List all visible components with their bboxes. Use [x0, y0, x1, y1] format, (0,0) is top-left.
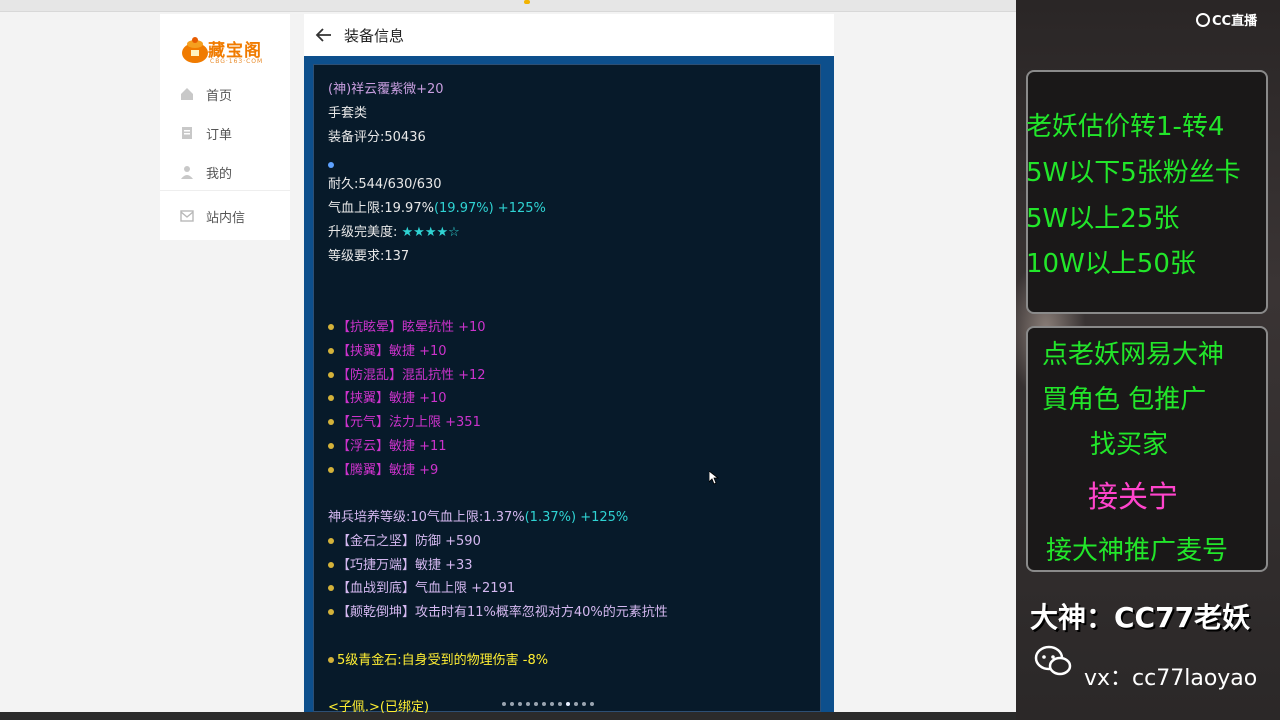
tab-favicon-icon	[524, 0, 530, 4]
wechat-icon	[1034, 645, 1072, 676]
hp-prefix: 气血上限:19.97%	[328, 201, 434, 216]
pagination-dot[interactable]	[582, 702, 586, 706]
gem-bullet-icon	[328, 657, 334, 663]
equipment-score: 装备评分:50436	[328, 130, 426, 145]
pagination-dot[interactable]	[574, 702, 578, 706]
order-icon	[182, 127, 192, 139]
equipment-level-req: 等级要求:137	[328, 249, 410, 264]
hp-paren: (19.97%)	[433, 201, 494, 216]
special-line: 【颠乾倒坤】攻击时有11%概率忽视对方40%的元素抗性	[328, 601, 668, 620]
overlay-highlight: 接关宁	[1088, 480, 1178, 515]
overlay-line: 買角色 包推广	[1042, 385, 1207, 415]
overlay-line: 5W以上25张	[1026, 204, 1180, 234]
sidebar-item-messages[interactable]: 站内信	[180, 205, 245, 227]
gem-bullet-icon	[328, 467, 334, 473]
treasure-pot-icon	[182, 37, 208, 63]
sidebar-item-label: 订单	[206, 127, 233, 143]
gem-bullet-icon	[328, 419, 334, 425]
special-line: 【金石之坚】防御 +590	[328, 530, 481, 549]
pagination-dot[interactable]	[550, 702, 554, 706]
pagination-dot[interactable]	[590, 702, 594, 706]
special-line: 【巧捷万端】敏捷 +33	[328, 554, 473, 573]
upgrade-stars: ★★★★☆	[401, 225, 460, 240]
pagination-dot[interactable]	[534, 702, 538, 706]
rune-line: 【挟翼】敏捷 +10	[328, 387, 447, 406]
overlay-line: 5W以下5张粉丝卡	[1026, 158, 1241, 188]
sidebar-item-label: 首页	[206, 88, 233, 104]
bind-status: <子佩.>(已绑定)	[328, 700, 430, 715]
user-icon	[181, 166, 193, 179]
sidebar-item-mine[interactable]: 我的	[180, 161, 232, 183]
cbg-logo[interactable]: 藏宝阁 CBG·163·COM	[180, 30, 275, 72]
gem-bullet-icon	[328, 348, 334, 354]
mail-icon	[180, 210, 194, 222]
pagination-dot[interactable]	[526, 702, 530, 706]
overlay-footer: 接大神推广麦号	[1046, 536, 1229, 566]
gem-bullet-icon	[328, 538, 334, 544]
page-title: 装备信息	[344, 27, 405, 45]
browser-tab-strip	[0, 0, 1016, 12]
equipment-durability: 耐久:544/630/630	[328, 177, 442, 192]
gem-bullet-icon	[328, 609, 334, 615]
overlay-line: 10W以上50张	[1026, 249, 1196, 279]
pagination-dot[interactable]	[558, 702, 562, 706]
sidebar-item-label: 我的	[206, 166, 233, 182]
home-icon	[181, 88, 193, 100]
carousel-pagination[interactable]	[502, 702, 594, 706]
special-line: 【血战到底】气血上限 +2191	[328, 577, 515, 596]
overlay-line: 点老妖网易大神	[1042, 340, 1225, 370]
equipment-upgrade-line: 升级完美度: ★★★★☆	[328, 221, 460, 240]
sidebar-item-home[interactable]: 首页	[180, 83, 232, 105]
pagination-dot[interactable]	[542, 702, 546, 706]
orb-icon	[328, 162, 334, 168]
rune-line: 【防混乱】混乱抗性 +12	[328, 364, 486, 383]
overlay-line: 老妖估价转1-转4	[1026, 112, 1225, 142]
pagination-dot[interactable]	[566, 702, 570, 706]
gem-bullet-icon	[328, 585, 334, 591]
rune-line: 【抗眩晕】眩晕抗性 +10	[328, 316, 486, 335]
gem-bullet-icon	[328, 395, 334, 401]
gem-bullet-icon	[328, 324, 334, 330]
equipment-category: 手套类	[328, 106, 368, 121]
rune-line: 【腾翼】敏捷 +9	[328, 459, 438, 478]
dashen-id: 大神：CC77老妖	[1030, 601, 1251, 634]
cc-logo-icon	[1196, 13, 1210, 27]
upgrade-label: 升级完美度:	[328, 225, 402, 240]
gem-bullet-icon	[328, 562, 334, 568]
cc-live-logo: CC直播	[1196, 10, 1257, 29]
rune-line: 【元气】法力上限 +351	[328, 411, 481, 430]
mouse-cursor-icon	[709, 471, 719, 485]
stream-overlay: CC直播 老妖估价转1-转4 5W以下5张粉丝卡 5W以上25张 10W以上50…	[1016, 0, 1280, 720]
bottom-bar	[0, 712, 1016, 720]
rune-line: 【挟翼】敏捷 +10	[328, 340, 447, 359]
equipment-hp-line: 气血上限:19.97%(19.97%) +125%	[328, 197, 546, 216]
back-arrow-icon[interactable]	[314, 25, 334, 45]
equipment-panel: (神)祥云覆紫微+20 手套类 装备评分:50436 耐久:544/630/63…	[313, 64, 821, 715]
equipment-name: (神)祥云覆紫微+20	[328, 82, 444, 97]
logo-subtext: CBG·163·COM	[210, 58, 264, 65]
sidebar-divider	[160, 190, 290, 191]
gem-stone-line: 5级青金石:自身受到的物理伤害 -8%	[328, 649, 548, 668]
hp-bonus: +125%	[493, 201, 546, 216]
pagination-dot[interactable]	[510, 702, 514, 706]
gem-bullet-icon	[328, 443, 334, 449]
gem-bullet-icon	[328, 372, 334, 378]
sidebar-item-label: 站内信	[206, 210, 246, 226]
overlay-line: 找买家	[1090, 430, 1169, 460]
rune-line: 【浮云】敏捷 +11	[328, 435, 447, 454]
pagination-dot[interactable]	[518, 702, 522, 706]
wechat-id: vx：cc77laoyao	[1084, 666, 1258, 691]
equipment-orb-icon-row	[328, 157, 334, 172]
cultivation-line: 神兵培养等级:10气血上限:1.37%(1.37%) +125%	[328, 510, 629, 525]
sidebar-item-orders[interactable]: 订单	[180, 122, 232, 144]
page-header: 装备信息	[304, 14, 834, 56]
sidebar: 藏宝阁 CBG·163·COM 首页 订单 我的 站内信	[160, 14, 290, 240]
pagination-dot[interactable]	[502, 702, 506, 706]
